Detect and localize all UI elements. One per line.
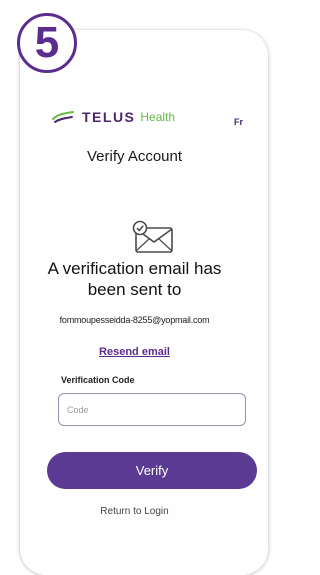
brand-name: TELUS: [82, 109, 136, 125]
step-number-badge: 5: [17, 13, 77, 73]
verification-code-label: Verification Code: [61, 375, 135, 385]
verification-mail-icon: [132, 220, 173, 253]
verification-headline: A verification email has been sent to: [0, 258, 269, 300]
return-to-login-link[interactable]: Return to Login: [0, 506, 269, 517]
verify-button[interactable]: Verify: [47, 452, 257, 489]
recipient-email: fommoupesseidda-8255@yopmail.com: [59, 315, 210, 325]
brand-suffix: Health: [140, 110, 176, 124]
telus-logo-icon: [52, 111, 74, 123]
telus-health-logo: TELUS Health: [52, 109, 175, 125]
headline-line-1: A verification email has: [47, 259, 222, 278]
headline-line-2: been sent to: [87, 280, 182, 299]
resend-email-link[interactable]: Resend email: [0, 346, 269, 358]
page-title: Verify Account: [86, 148, 183, 165]
language-toggle-link[interactable]: Fr: [234, 117, 243, 127]
verification-code-input[interactable]: [58, 393, 246, 426]
